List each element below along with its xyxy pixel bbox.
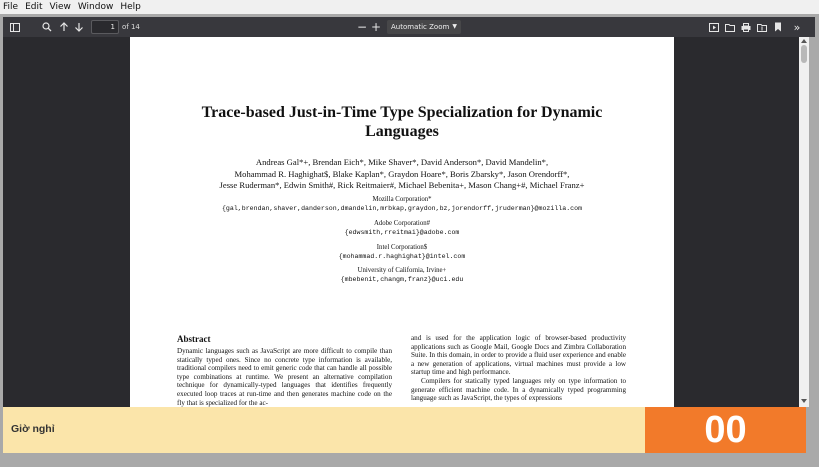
sidebar-toggle-icon[interactable] — [8, 20, 22, 34]
break-counter: 00 — [645, 407, 806, 453]
bookmark-icon[interactable] — [771, 20, 785, 34]
affiliation-name: Adobe Corporation# — [373, 220, 431, 227]
affiliation-email: {gal,brendan,shaver,danderson,dmandelin,… — [221, 205, 583, 212]
chevron-down-icon: ▼ — [452, 23, 457, 30]
authors-line2: Mohammad R. Haghighat$, Blake Kaplan*, G… — [234, 168, 570, 179]
affiliation-adobe: Adobe Corporation# {edwsmith,rreitmai}@a… — [160, 219, 644, 237]
app-window: File Edit View Window Help 1 of 14 − + A… — [0, 0, 819, 467]
menu-help[interactable]: Help — [120, 0, 141, 14]
pdf-toolbar: 1 of 14 − + Automatic Zoom ▼ » — [3, 17, 815, 37]
paper-title-line1: Trace-based Just-in-Time Type Specializa… — [201, 104, 603, 121]
affiliation-name: Intel Corporation$ — [376, 244, 428, 251]
zoom-select[interactable]: Automatic Zoom ▼ — [387, 20, 461, 34]
affiliation-name: Mozilla Corporation* — [372, 196, 432, 203]
paper-authors: Andreas Gal*+, Brendan Eich*, Mike Shave… — [160, 157, 644, 192]
right-column-text: and is used for the application logic of… — [411, 334, 626, 403]
pdf-page: Trace-based Just-in-Time Type Specializa… — [130, 37, 674, 407]
print-icon[interactable] — [739, 20, 753, 34]
zoom-select-value: Automatic Zoom — [391, 23, 450, 31]
affiliation-email: {edwsmith,rreitmai}@adobe.com — [344, 229, 460, 236]
menu-view[interactable]: View — [50, 0, 71, 14]
pdf-viewer[interactable]: Trace-based Just-in-Time Type Specializa… — [3, 37, 799, 407]
scroll-down-arrow-icon[interactable] — [801, 399, 807, 403]
authors-line3: Jesse Ruderman*, Edwin Smith#, Rick Reit… — [219, 180, 585, 190]
affiliation-intel: Intel Corporation$ {mohammad.r.haghighat… — [160, 243, 644, 261]
menu-window[interactable]: Window — [78, 0, 114, 14]
affiliation-email: {mohammad.r.haghighat}@intel.com — [338, 253, 466, 260]
save-icon[interactable] — [755, 20, 769, 34]
right-column-paragraph-1: and is used for the application logic of… — [411, 334, 626, 377]
zoom-in-icon[interactable]: + — [369, 20, 383, 34]
menu-file[interactable]: File — [3, 0, 18, 14]
paper-title: Trace-based Just-in-Time Type Specializa… — [170, 103, 634, 141]
abstract-text: Dynamic languages such as JavaScript are… — [177, 347, 392, 407]
affiliation-email: {mbebenit,changm,franz}@uci.edu — [340, 276, 464, 283]
zoom-out-icon[interactable]: − — [355, 20, 369, 34]
search-icon[interactable] — [40, 20, 54, 34]
scroll-thumb[interactable] — [801, 45, 807, 63]
affiliation-mozilla: Mozilla Corporation* {gal,brendan,shaver… — [160, 195, 644, 213]
affiliation-name: University of California, Irvine+ — [357, 267, 447, 274]
paper-title-line2: Languages — [365, 123, 439, 140]
page-count-label: of 14 — [122, 23, 140, 31]
right-column-paragraph-2: Compilers for statically typed languages… — [411, 376, 626, 403]
break-banner: Giờ nghỉ — [3, 407, 645, 453]
abstract-heading: Abstract — [177, 334, 211, 344]
page-number-input[interactable]: 1 — [91, 20, 119, 34]
affiliation-uci: University of California, Irvine+ {mbebe… — [160, 266, 644, 284]
more-tools-icon[interactable]: » — [790, 20, 804, 34]
menu-edit[interactable]: Edit — [25, 0, 42, 14]
menu-bar: File Edit View Window Help — [0, 0, 819, 14]
next-page-icon[interactable] — [72, 20, 86, 34]
open-file-icon[interactable] — [723, 20, 737, 34]
authors-line1: Andreas Gal*+, Brendan Eich*, Mike Shave… — [255, 157, 549, 167]
break-label: Giờ nghỉ — [11, 423, 55, 435]
scroll-up-arrow-icon[interactable] — [801, 39, 807, 43]
vertical-scrollbar[interactable] — [799, 37, 809, 407]
prev-page-icon[interactable] — [57, 20, 71, 34]
presentation-icon[interactable] — [707, 20, 721, 34]
